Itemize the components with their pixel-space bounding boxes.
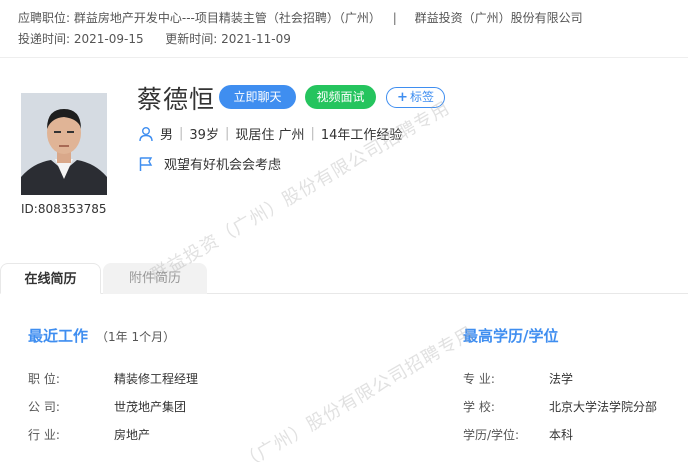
updated-date: 2021-11-09 <box>221 32 291 46</box>
field-label: 公 司: <box>28 400 60 414</box>
field-value: 精装修工程经理 <box>114 372 199 386</box>
plus-icon: + <box>397 90 408 105</box>
gender: 男 <box>160 128 174 143</box>
candidate-id: ID:808353785 <box>21 202 107 216</box>
meta-separator: | <box>392 11 397 25</box>
field-value: 房地产 <box>114 428 151 442</box>
field-value: 本科 <box>549 428 574 442</box>
field-value: 世茂地产集团 <box>114 400 187 414</box>
add-tag-button[interactable]: + 标签 <box>386 87 445 108</box>
field-label: 学 校: <box>463 400 495 414</box>
updated-label: 更新时间: <box>165 32 218 46</box>
edu-row-major: 专 业: 法学 <box>463 370 573 387</box>
position-value: 群益房地产开发中心---项目精装主管（社会招聘）（广州） <box>73 11 381 25</box>
education-title: 最高学历/学位 <box>463 327 559 345</box>
field-label: 职 位: <box>28 372 60 386</box>
work-row-position: 职 位: 精装修工程经理 <box>28 370 198 387</box>
video-interview-button[interactable]: 视频面试 <box>305 85 376 109</box>
edu-row-school: 学 校: 北京大学法学院分部 <box>463 398 657 415</box>
basic-info: 男 | 39岁 | 现居住 广州 | 14年工作经验 <box>138 124 402 143</box>
timestamps-line: 投递时间: 2021-09-15 更新时间: 2021-11-09 <box>18 30 291 47</box>
applied-date: 2021-09-15 <box>73 32 144 46</box>
age: 39岁 <box>189 128 219 143</box>
resume-tabs: 在线简历 附件简历 <box>0 263 688 294</box>
flag-icon <box>139 156 153 171</box>
field-label: 学历/学位: <box>463 428 520 442</box>
field-label: 专 业: <box>463 372 495 386</box>
person-icon <box>139 126 153 141</box>
work-row-industry: 行 业: 房地产 <box>28 426 150 443</box>
edu-row-degree: 学历/学位: 本科 <box>463 426 573 443</box>
job-intent-text: 观望有好机会会考虑 <box>164 158 282 173</box>
chat-now-button[interactable]: 立即聊天 <box>219 85 296 109</box>
candidate-name: 蔡德恒 <box>137 85 216 114</box>
recent-work-title: 最近工作 （1年 1个月） <box>28 327 176 345</box>
company-name: 群益投资（广州）股份有限公司 <box>414 11 583 25</box>
field-value: 法学 <box>549 372 574 386</box>
position-label: 应聘职位: <box>18 11 71 25</box>
job-intent: 观望有好机会会考虑 <box>138 154 281 173</box>
work-row-company: 公 司: 世茂地产集团 <box>28 398 186 415</box>
recent-work-duration: （1年 1个月） <box>96 330 176 344</box>
application-meta-line: 应聘职位: 群益房地产开发中心---项目精装主管（社会招聘）（广州） | 群益投… <box>18 9 583 26</box>
field-label: 行 业: <box>28 428 60 442</box>
experience: 14年工作经验 <box>320 128 403 143</box>
field-value: 北京大学法学院分部 <box>549 400 658 414</box>
header-divider <box>0 57 688 58</box>
tag-label: 标签 <box>409 90 434 104</box>
tab-attachment-resume[interactable]: 附件简历 <box>103 263 207 294</box>
candidate-photo <box>21 93 107 195</box>
tab-online-resume[interactable]: 在线简历 <box>0 263 101 294</box>
applied-label: 投递时间: <box>18 32 71 46</box>
location: 现居住 广州 <box>235 128 305 143</box>
watermark: （广州）股份有限公司招聘专用 <box>237 322 478 462</box>
